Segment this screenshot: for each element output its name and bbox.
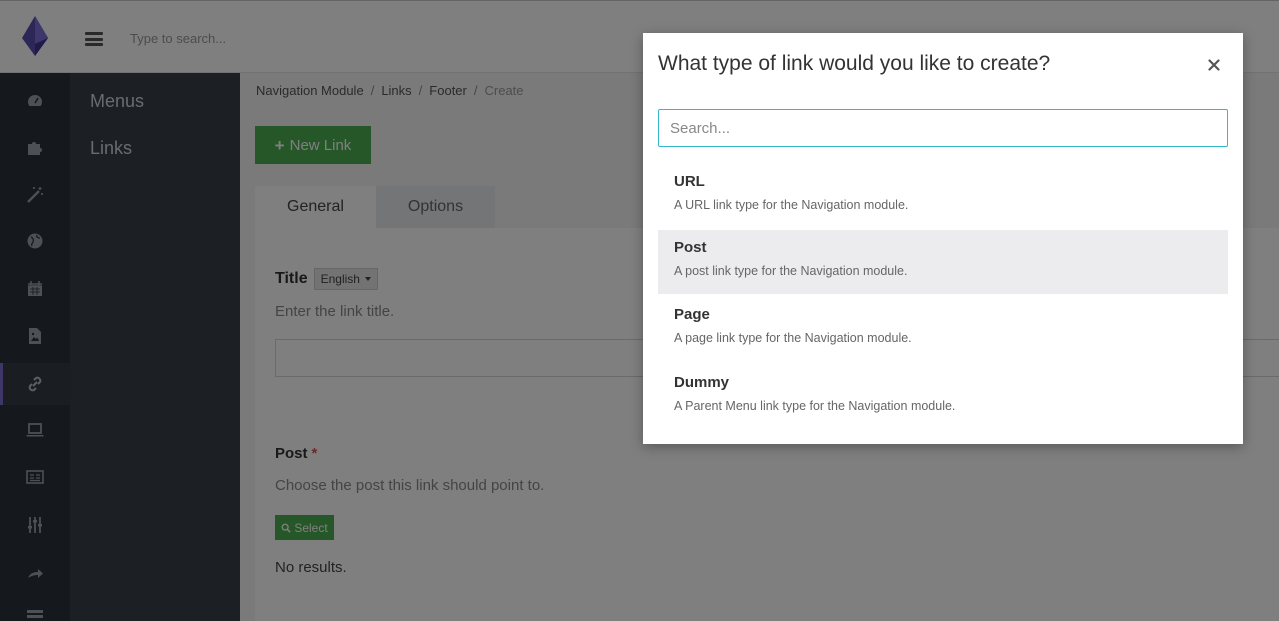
modal-title: What type of link would you like to crea… <box>658 52 1051 75</box>
link-type-option-post[interactable]: Post A post link type for the Navigation… <box>658 230 1228 294</box>
option-name: URL <box>674 173 705 190</box>
option-name: Post <box>674 239 707 256</box>
option-description: A page link type for the Navigation modu… <box>674 331 912 345</box>
option-name: Dummy <box>674 374 730 391</box>
link-type-option-dummy[interactable]: Dummy A Parent Menu link type for the Na… <box>658 365 1228 429</box>
option-description: A Parent Menu link type for the Navigati… <box>674 399 956 413</box>
link-type-search-input[interactable] <box>658 109 1228 147</box>
link-type-modal: What type of link would you like to crea… <box>643 33 1243 444</box>
option-name: Page <box>674 306 710 323</box>
option-description: A URL link type for the Navigation modul… <box>674 198 909 212</box>
link-type-option-url[interactable]: URL A URL link type for the Navigation m… <box>658 164 1228 228</box>
option-description: A post link type for the Navigation modu… <box>674 264 908 278</box>
close-icon[interactable] <box>1204 55 1224 75</box>
link-type-option-page[interactable]: Page A page link type for the Navigation… <box>658 297 1228 361</box>
